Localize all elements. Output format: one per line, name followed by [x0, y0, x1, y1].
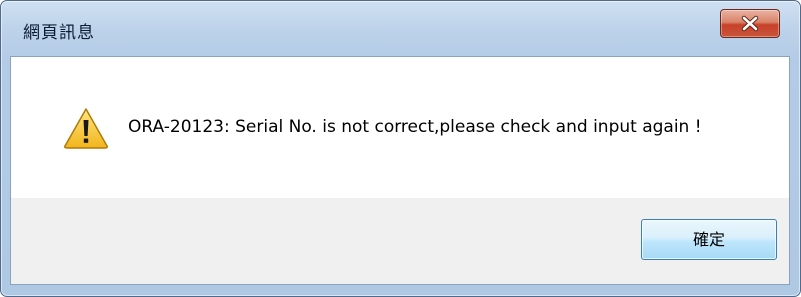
close-button[interactable]	[720, 9, 780, 38]
message-area: ORA-20123: Serial No. is not correct,ple…	[11, 57, 789, 198]
warning-icon	[64, 108, 108, 149]
title-bar[interactable]: 網頁訊息	[1, 1, 800, 55]
message-dialog-window: 網頁訊息 ORA-20123: Serial No. is not correc…	[0, 0, 801, 297]
dialog-body: ORA-20123: Serial No. is not correct,ple…	[10, 56, 790, 285]
ok-button[interactable]: 確定	[641, 219, 777, 260]
close-icon	[741, 15, 759, 32]
window-title: 網頁訊息	[23, 23, 95, 43]
error-message: ORA-20123: Serial No. is not correct,ple…	[128, 117, 702, 137]
